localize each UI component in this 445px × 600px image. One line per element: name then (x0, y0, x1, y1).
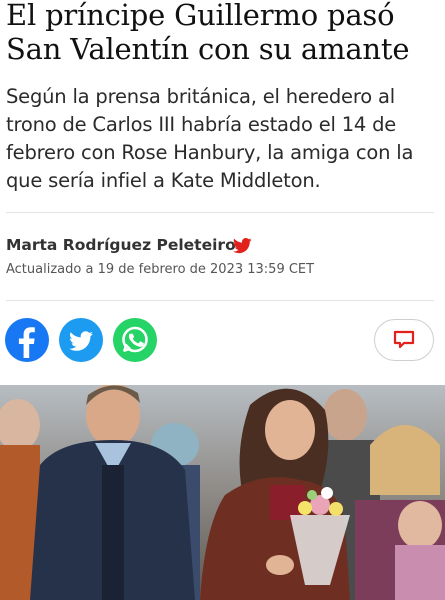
divider-top (6, 212, 434, 213)
royal-couple-photo (0, 385, 445, 600)
author-name[interactable]: Marta Rodríguez Peleteiro (6, 236, 236, 254)
share-whatsapp-button[interactable] (113, 318, 157, 362)
whatsapp-icon (122, 326, 148, 353)
share-facebook-button[interactable] (5, 318, 49, 362)
comment-icon (393, 330, 415, 349)
comments-button[interactable] (374, 319, 434, 361)
article-photo (0, 385, 445, 600)
author-twitter-icon[interactable] (232, 236, 253, 256)
divider-bottom (6, 300, 434, 301)
share-twitter-button[interactable] (59, 318, 103, 362)
updated-timestamp: Actualizado a 19 de febrero de 2023 13:5… (6, 262, 315, 277)
article-headline: El príncipe Guillermo pasó San Valentín … (6, 0, 410, 66)
twitter-icon (69, 331, 93, 351)
article-subtitle: Según la prensa británica, el heredero a… (6, 85, 414, 192)
facebook-icon (18, 327, 35, 358)
